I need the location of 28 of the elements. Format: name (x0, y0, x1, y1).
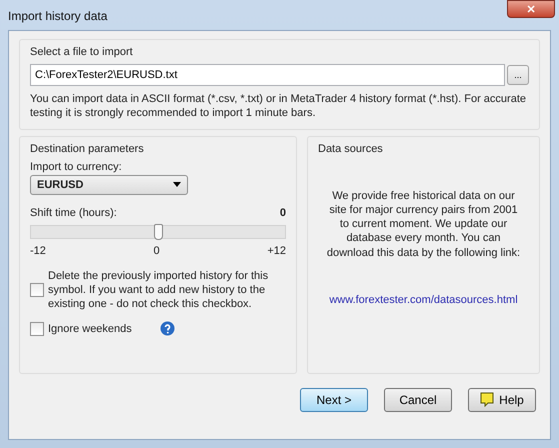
window-title: Import history data (8, 9, 108, 23)
browse-button[interactable]: ... (507, 65, 529, 85)
currency-dropdown[interactable]: EURUSD (30, 174, 188, 195)
slider-thumb[interactable] (154, 224, 163, 240)
group-title: Destination parameters (30, 142, 145, 155)
shift-value: 0 (280, 206, 286, 219)
checkbox[interactable] (30, 283, 44, 298)
shift-label: Shift time (hours): (30, 206, 117, 219)
file-path-field[interactable]: C:\ForexTester2\EURUSD.txt (30, 64, 505, 86)
sources-text: We provide free historical data on our site for major currency pairs from 2001 to current moment. We update our database every month. You can download this data by the following link: (326, 188, 522, 260)
help-icon (480, 392, 494, 408)
scale-label: +12 (267, 244, 286, 257)
caret-icon (173, 182, 181, 188)
help-button[interactable]: Help (468, 388, 536, 412)
scale-label: -12 (30, 244, 46, 257)
currency-label: Import to currency: (30, 160, 123, 173)
shift-slider[interactable] (30, 224, 286, 239)
group-title: Data sources (318, 142, 383, 155)
checkbox[interactable] (30, 322, 44, 336)
option-label: Delete the previously imported history for this symbol. If you want to add new history to the existing one - do not check this checkbox. (48, 268, 270, 312)
next-button[interactable]: Next > (300, 388, 368, 412)
group-title: Select a file to import (30, 46, 134, 58)
scale-label: 0 (154, 244, 160, 257)
option-label: Ignore weekends (48, 322, 132, 336)
help-icon[interactable] (160, 321, 175, 336)
cancel-button[interactable]: Cancel (384, 388, 452, 412)
format-note: You can import data in ASCII format (*.csv, *.txt) or in MetaTrader 4 history format (*.hst). For accurate testing it is strongly recommended to import 1 minute bars. (30, 92, 527, 121)
sources-link[interactable]: www.forextester.com/datasources.html (329, 294, 518, 306)
